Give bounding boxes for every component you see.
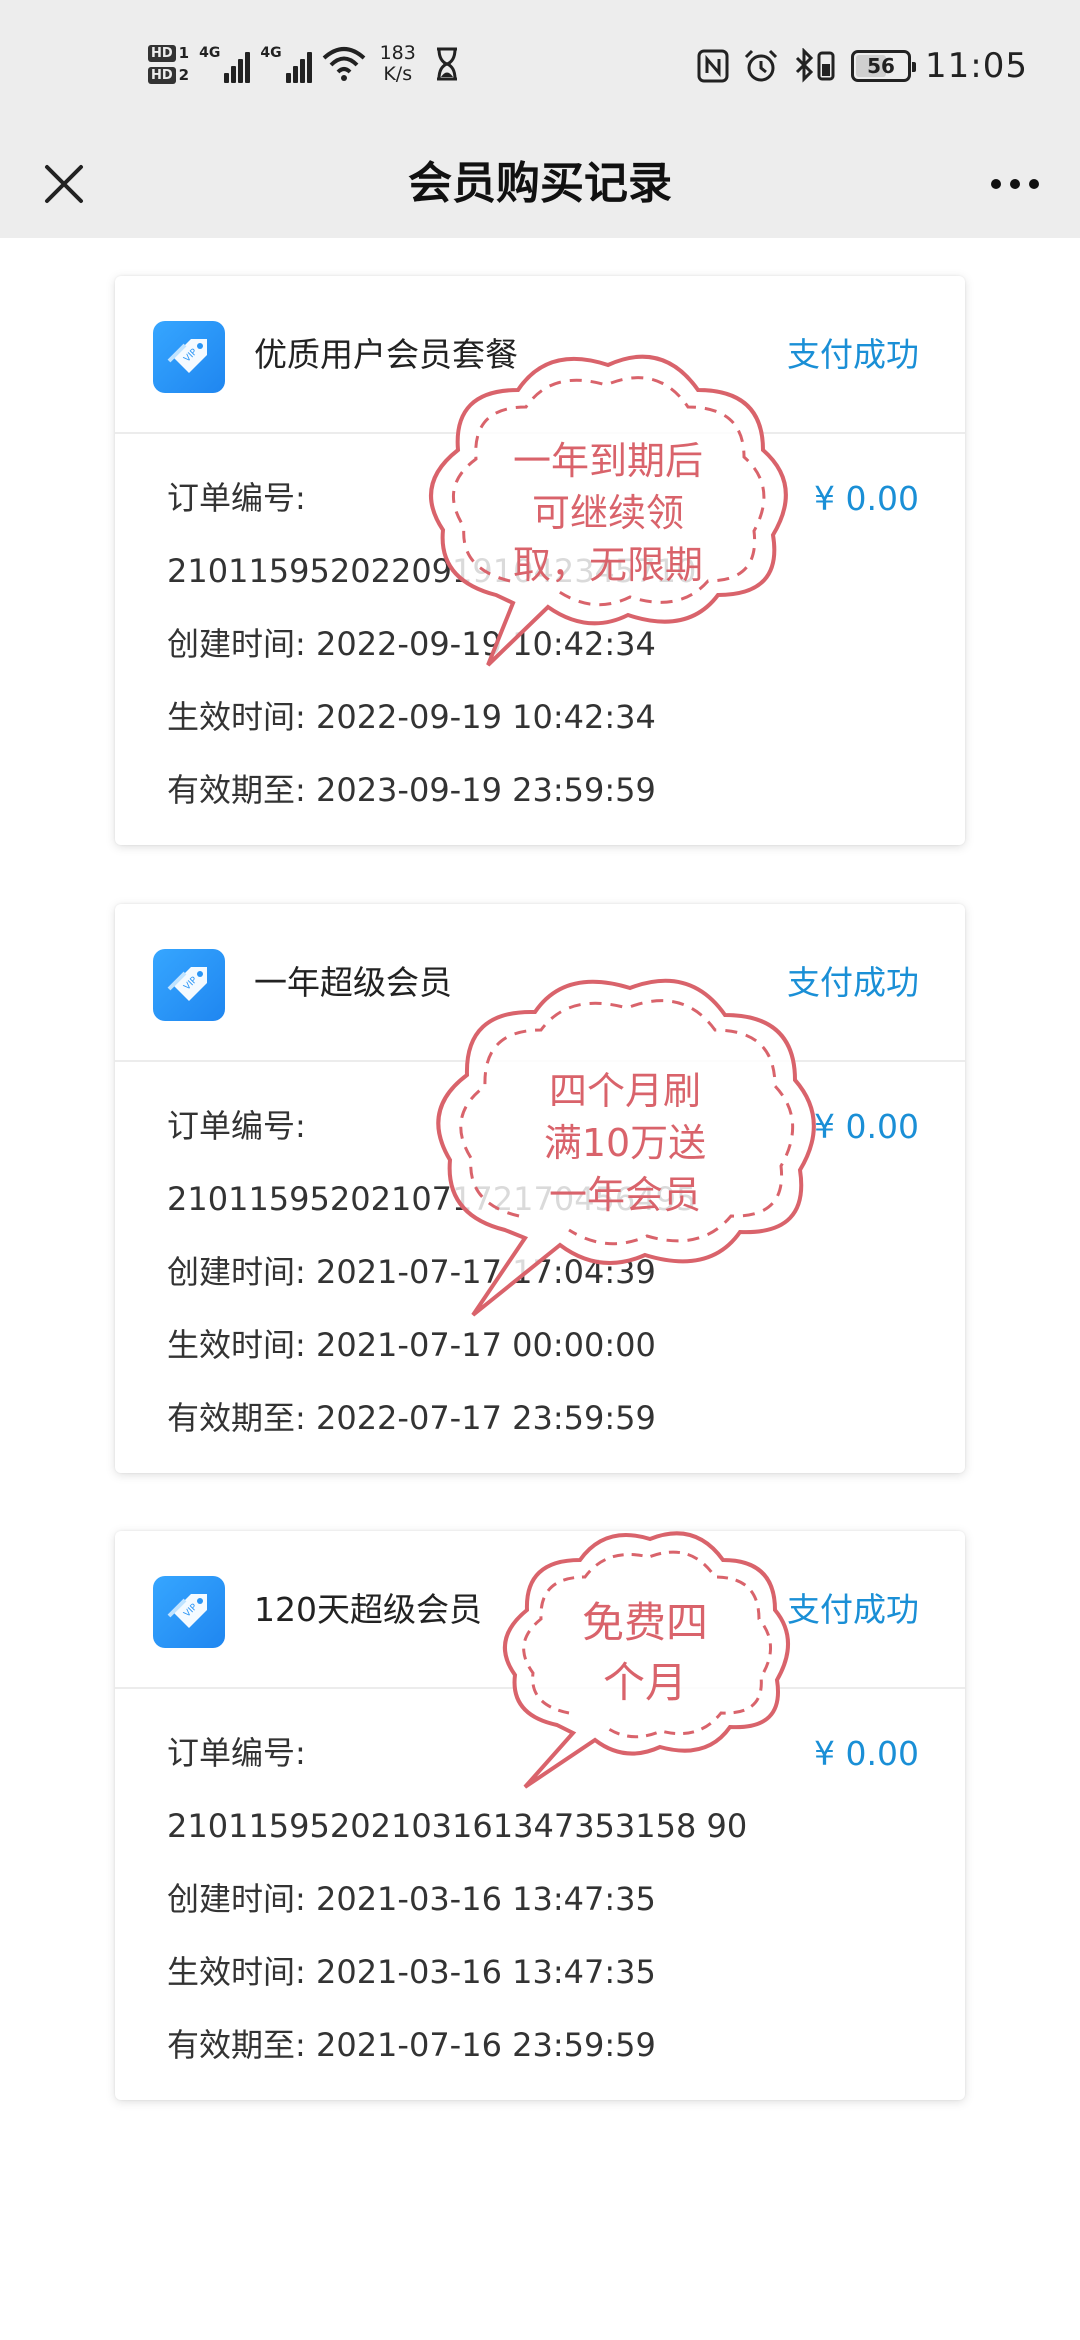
status-left: HD 1 HD 2 4G 4G 183 K/s [148, 34, 460, 94]
signal-1-icon: 4G [199, 45, 251, 83]
order-number-value: 21011595202103161347353158 90 [167, 1807, 748, 1845]
order-price: ¥ 0.00 [814, 1734, 919, 1773]
alarm-icon [744, 49, 778, 82]
effective-time-label: 生效时间: [167, 698, 306, 736]
nfc-icon [697, 49, 729, 83]
plan-name: 120天超级会员 [254, 1590, 482, 1629]
more-dot-icon [991, 179, 1001, 189]
sticker-line: 个月 [602, 1658, 687, 1707]
vip-tag-icon: VIP [153, 1576, 225, 1648]
sticker-line: 满10万送 [543, 1121, 707, 1165]
valid-until-label: 有效期至: [167, 2026, 306, 2064]
network-speed-value: 183 [379, 42, 416, 64]
order-number-label: 订单编号: [167, 479, 306, 517]
close-icon [45, 165, 83, 203]
network-speed-unit: K/s [383, 63, 413, 85]
order-price: ¥ 0.00 [814, 1107, 919, 1146]
valid-until-label: 有效期至: [167, 1399, 306, 1437]
page-title: 会员购买记录 [408, 158, 672, 209]
network-speed: 183 K/s [380, 43, 416, 85]
annotation-sticker: 四个月刷 满10万送 一年会员 [425, 970, 825, 1330]
sticker-line: 一年会员 [548, 1173, 701, 1217]
nav-header: 会员购买记录 [0, 130, 1080, 238]
battery-level: 56 [867, 54, 895, 78]
hd-1-label: HD [148, 44, 176, 62]
created-time-value: 2021-03-16 13:47:35 [315, 1880, 656, 1918]
order-price: ¥ 0.00 [814, 479, 919, 518]
valid-until-value: 2022-07-17 23:59:59 [315, 1399, 656, 1437]
created-time-label: 创建时间: [167, 625, 306, 663]
more-dot-icon [1029, 179, 1039, 189]
sticker-line: 免费四 [581, 1598, 708, 1647]
sticker-text: 一年到期后 可继续领 取，无限期 [418, 435, 798, 591]
created-time-label: 创建时间: [167, 1880, 306, 1918]
sticker-line: 取，无限期 [512, 543, 703, 587]
hd-1-indicator: HD 1 [148, 44, 189, 62]
hd-2-indicator: HD 2 [148, 66, 189, 84]
valid-until-row: 有效期至: 2022-07-17 23:59:59 [115, 1382, 965, 1455]
valid-until-row: 有效期至: 2021-07-16 23:59:59 [115, 2009, 965, 2082]
net-2-label: 4G [260, 45, 282, 61]
clock: 11:05 [925, 46, 1028, 86]
sticker-line: 四个月刷 [548, 1069, 701, 1113]
payment-status: 支付成功 [787, 335, 919, 374]
annotation-sticker: 一年到期后 可继续领 取，无限期 [418, 345, 798, 675]
signal-2-icon: 4G [260, 45, 312, 83]
hd-1-number: 1 [178, 44, 190, 62]
hd-indicators: HD 1 HD 2 [148, 44, 189, 84]
order-number-label: 订单编号: [167, 1734, 306, 1772]
plan-name: 一年超级会员 [254, 963, 452, 1002]
effective-time-label: 生效时间: [167, 1326, 306, 1364]
more-dot-icon [1010, 179, 1020, 189]
annotation-sticker: 免费四 个月 [495, 1525, 795, 1795]
sticker-text: 免费四 个月 [495, 1593, 795, 1713]
sticker-line: 可继续领 [531, 491, 684, 535]
effective-time-row: 生效时间: 2022-09-19 10:42:34 [115, 681, 965, 754]
created-time-label: 创建时间: [167, 1253, 306, 1291]
effective-time-value: 2022-09-19 10:42:34 [315, 698, 656, 736]
hd-2-label: HD [148, 66, 176, 84]
sticker-line: 一年到期后 [512, 439, 703, 483]
bluetooth-battery-icon [795, 48, 835, 83]
valid-until-label: 有效期至: [167, 771, 306, 809]
more-button[interactable] [978, 150, 1052, 218]
net-1-label: 4G [199, 45, 221, 61]
close-button[interactable] [30, 150, 98, 218]
status-bar: HD 1 HD 2 4G 4G 183 K/s 56 11:05 [0, 0, 1080, 130]
created-time-row: 创建时间: 2021-03-16 13:47:35 [115, 1863, 965, 1936]
vip-tag-icon: VIP [153, 321, 225, 393]
order-number-label: 订单编号: [167, 1107, 306, 1145]
effective-time-label: 生效时间: [167, 1953, 306, 1991]
battery-icon: 56 [851, 50, 917, 82]
effective-time-row: 生效时间: 2021-03-16 13:47:35 [115, 1936, 965, 2009]
valid-until-value: 2023-09-19 23:59:59 [315, 771, 656, 809]
wifi-icon [322, 47, 365, 81]
valid-until-value: 2021-07-16 23:59:59 [315, 2026, 656, 2064]
sticker-text: 四个月刷 满10万送 一年会员 [425, 1065, 825, 1221]
payment-status: 支付成功 [787, 1590, 919, 1629]
effective-time-value: 2021-07-17 00:00:00 [315, 1326, 656, 1364]
hd-2-number: 2 [178, 66, 190, 84]
valid-until-row: 有效期至: 2023-09-19 23:59:59 [115, 754, 965, 827]
vip-tag-icon: VIP [153, 949, 225, 1021]
hourglass-icon [436, 47, 457, 81]
status-right: 56 11:05 [697, 38, 1028, 94]
effective-time-value: 2021-03-16 13:47:35 [315, 1953, 656, 1991]
